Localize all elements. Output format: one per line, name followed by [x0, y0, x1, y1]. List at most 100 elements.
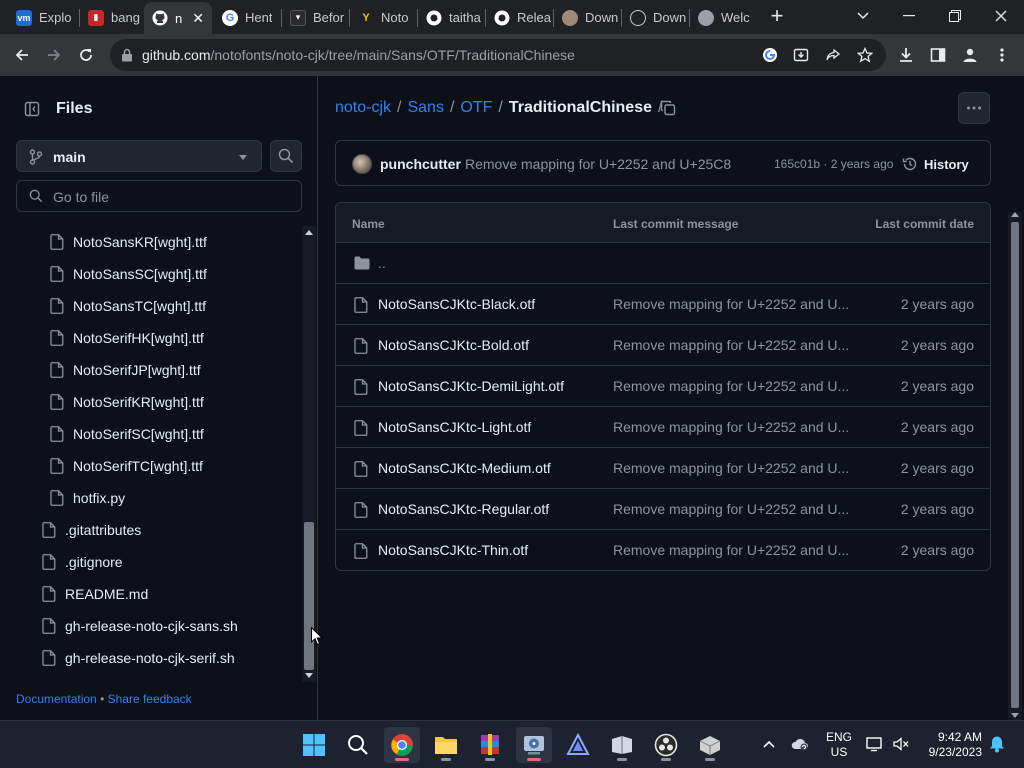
back-button[interactable]: [10, 43, 34, 67]
tree-file-item[interactable]: hotfix.py: [50, 482, 125, 514]
onedrive-sync-icon[interactable]: [791, 735, 809, 753]
avatar[interactable]: [352, 154, 372, 174]
bookmark-star-icon[interactable]: [856, 46, 874, 64]
documentation-link[interactable]: Documentation: [16, 692, 97, 706]
taskbar-obs[interactable]: [648, 727, 684, 763]
tree-file-item[interactable]: NotoSerifJP[wght].ttf: [50, 354, 201, 386]
table-row[interactable]: NotoSansCJKtc-Medium.otf Remove mapping f…: [336, 448, 990, 489]
commit-message-link[interactable]: Remove mapping for U+2252 and U...: [613, 542, 849, 558]
taskbar-winrar[interactable]: [472, 727, 508, 763]
more-options-button[interactable]: [958, 92, 990, 124]
forward-button[interactable]: [42, 43, 66, 67]
tree-file-item[interactable]: .gitattributes: [42, 514, 141, 546]
display-network-icon[interactable]: [866, 735, 884, 753]
commit-message-link[interactable]: Remove mapping for U+2252 and U...: [613, 419, 849, 435]
tree-file-item[interactable]: gh-release-noto-cjk-serif.sh: [42, 642, 235, 674]
file-name-link[interactable]: NotoSansCJKtc-Thin.otf: [378, 542, 528, 558]
downloads-icon[interactable]: [894, 43, 918, 67]
file-name-link[interactable]: NotoSansCJKtc-Bold.otf: [378, 337, 529, 353]
side-panel-icon[interactable]: [926, 43, 950, 67]
google-lens-icon[interactable]: [761, 46, 779, 64]
table-row[interactable]: NotoSansCJKtc-Bold.otf Remove mapping for…: [336, 325, 990, 366]
table-row[interactable]: NotoSansCJKtc-DemiLight.otf Remove mappin…: [336, 366, 990, 407]
file-name-link[interactable]: NotoSansCJKtc-Light.otf: [378, 419, 531, 435]
install-app-icon[interactable]: [792, 46, 810, 64]
taskbar-disc-app[interactable]: [516, 727, 552, 763]
chrome-menu-icon[interactable]: [990, 43, 1014, 67]
browser-tab[interactable]: Y Noto: [350, 4, 416, 31]
language-indicator[interactable]: ENG US: [826, 730, 852, 760]
browser-tab-active[interactable]: n ✕: [144, 2, 212, 34]
start-button[interactable]: [296, 727, 332, 763]
tree-file-item[interactable]: NotoSerifTC[wght].ttf: [50, 450, 203, 482]
commit-message-link[interactable]: Remove mapping for U+2252 and U...: [613, 460, 849, 476]
notification-bell-icon[interactable]: [988, 735, 1006, 753]
tree-file-item[interactable]: NotoSerifHK[wght].ttf: [50, 322, 204, 354]
scroll-up-icon[interactable]: [1011, 212, 1019, 217]
breadcrumb-sans-link[interactable]: Sans: [407, 99, 443, 117]
tree-file-item[interactable]: NotoSansKR[wght].ttf: [50, 226, 207, 258]
minimize-icon[interactable]: [898, 6, 920, 26]
file-name-link[interactable]: NotoSansCJKtc-Regular.otf: [378, 501, 549, 517]
file-name-link[interactable]: NotoSansCJKtc-Black.otf: [378, 296, 535, 312]
table-row[interactable]: NotoSansCJKtc-Thin.otf Remove mapping for…: [336, 530, 990, 570]
close-tab-icon[interactable]: ✕: [192, 10, 204, 27]
scroll-up-icon[interactable]: [305, 230, 313, 235]
parent-directory-row[interactable]: ..: [336, 243, 990, 284]
taskbar-file-explorer[interactable]: [428, 727, 464, 763]
branch-selector-button[interactable]: main: [16, 140, 262, 172]
search-button[interactable]: [270, 140, 302, 172]
browser-tab[interactable]: taitha: [418, 4, 484, 31]
commit-message-link[interactable]: Remove mapping for U+2252 and U...: [613, 296, 849, 312]
commit-message-link[interactable]: Remove mapping for U+2252 and U...: [613, 501, 849, 517]
browser-tab[interactable]: Down: [554, 4, 620, 31]
tab-search-icon[interactable]: [852, 6, 874, 26]
browser-tab[interactable]: vm Explo: [8, 4, 78, 31]
browser-tab[interactable]: G Hent: [214, 4, 280, 31]
taskbar-chrome[interactable]: [384, 727, 420, 763]
tree-file-item[interactable]: NotoSansTC[wght].ttf: [50, 290, 206, 322]
commit-author-link[interactable]: punchcutter: [380, 156, 461, 172]
scroll-down-icon[interactable]: [1011, 713, 1019, 718]
browser-tab[interactable]: Welc: [690, 4, 756, 31]
taskbar-vector-app[interactable]: [560, 727, 596, 763]
table-row[interactable]: NotoSansCJKtc-Regular.otf Remove mapping …: [336, 489, 990, 530]
tree-file-item[interactable]: NotoSerifKR[wght].ttf: [50, 386, 204, 418]
profile-icon[interactable]: [958, 43, 982, 67]
file-tree-scrollbar[interactable]: [302, 226, 316, 682]
scrollbar-thumb[interactable]: [1011, 222, 1019, 708]
new-tab-button[interactable]: +: [766, 5, 788, 27]
tree-file-item[interactable]: gh-release-noto-cjk-sans.sh: [42, 610, 238, 642]
history-button[interactable]: History: [902, 154, 969, 174]
browser-tab[interactable]: ▾ Befor: [282, 4, 348, 31]
lock-icon[interactable]: [118, 46, 136, 64]
table-row[interactable]: NotoSansCJKtc-Black.otf Remove mapping fo…: [336, 284, 990, 325]
browser-tab[interactable]: Relea: [486, 4, 552, 31]
commit-hash-and-date[interactable]: 165c01b · 2 years ago: [774, 157, 893, 171]
browser-tab[interactable]: ▮ bang: [80, 4, 142, 31]
commit-message-link[interactable]: Remove mapping for U+2252 and U...: [613, 378, 849, 394]
file-name-link[interactable]: NotoSansCJKtc-DemiLight.otf: [378, 378, 564, 394]
restore-icon[interactable]: [944, 6, 966, 26]
tree-file-item[interactable]: README.md: [42, 578, 148, 610]
volume-muted-icon[interactable]: [892, 735, 910, 753]
go-to-file-field[interactable]: [16, 180, 302, 212]
share-feedback-link[interactable]: Share feedback: [108, 692, 192, 706]
share-icon[interactable]: [824, 46, 842, 64]
tree-file-item[interactable]: NotoSerifSC[wght].ttf: [50, 418, 204, 450]
commit-message-link[interactable]: Remove mapping for U+2252 and U+25C8: [465, 156, 731, 172]
scrollbar-thumb[interactable]: [304, 522, 314, 670]
collapse-sidebar-button[interactable]: [16, 94, 48, 124]
close-window-icon[interactable]: [990, 6, 1012, 26]
taskbar-package-app[interactable]: [692, 727, 728, 763]
commit-message-link[interactable]: Remove mapping for U+2252 and U...: [613, 337, 849, 353]
page-scrollbar[interactable]: [1008, 212, 1022, 720]
taskbar-search-button[interactable]: [340, 727, 376, 763]
scroll-down-icon[interactable]: [305, 673, 313, 678]
reload-button[interactable]: [74, 43, 98, 67]
tree-file-item[interactable]: .gitignore: [42, 546, 123, 578]
table-row[interactable]: NotoSansCJKtc-Light.otf Remove mapping fo…: [336, 407, 990, 448]
copy-path-icon[interactable]: [658, 98, 678, 118]
parent-directory-link[interactable]: ..: [378, 255, 386, 271]
url-text[interactable]: github.com/notofonts/noto-cjk/tree/main/…: [142, 47, 575, 63]
